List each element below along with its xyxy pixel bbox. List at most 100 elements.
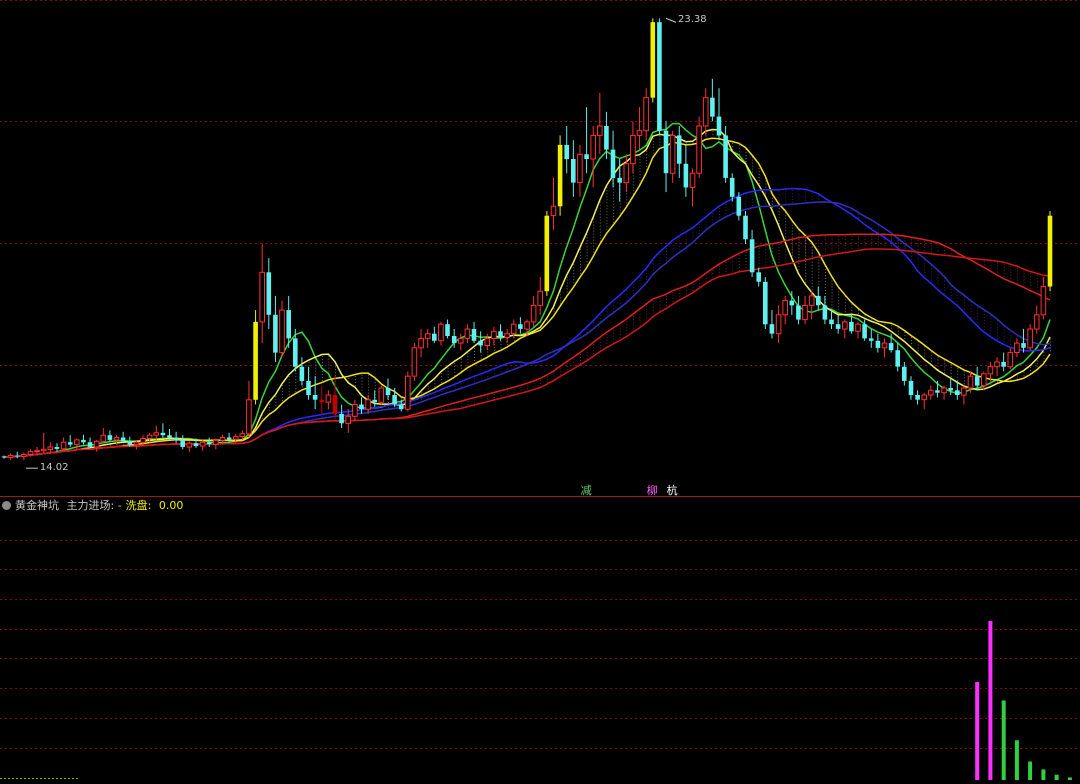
- candle-body: [173, 437, 179, 440]
- candle-body: [40, 448, 47, 452]
- candle-body: [432, 333, 437, 341]
- candle-body: [868, 338, 874, 341]
- candle-body: [530, 304, 537, 323]
- moving-average-line: [3, 137, 1051, 459]
- candle-body: [160, 432, 166, 436]
- candle-body: [1, 456, 7, 458]
- candle-body: [339, 413, 344, 424]
- candle-body: [987, 366, 994, 375]
- ma-band-fill: [288, 190, 1051, 425]
- candle-body: [418, 337, 424, 349]
- candle-body: [716, 116, 722, 136]
- candle-body: [749, 239, 755, 273]
- candle-body: [729, 177, 735, 197]
- candle-body: [299, 366, 305, 381]
- candle-body: [385, 388, 391, 396]
- candle-body: [405, 375, 411, 410]
- candle-body: [808, 295, 815, 306]
- candle-body: [617, 177, 622, 183]
- indicator-bar: [1028, 761, 1033, 780]
- candle-body: [908, 380, 914, 396]
- candle-body: [21, 454, 27, 457]
- candle-body: [796, 305, 801, 320]
- candle-body: [378, 387, 385, 403]
- candle-body: [756, 272, 761, 282]
- candle-body: [47, 446, 54, 450]
- candle-body: [365, 399, 371, 410]
- indicator-bar: [1001, 700, 1006, 780]
- candle-body: [359, 404, 364, 410]
- candle-body: [590, 134, 597, 160]
- candle-body: [239, 433, 246, 438]
- candle-body: [895, 350, 900, 367]
- candle-body: [140, 438, 146, 443]
- candle-body: [881, 342, 888, 349]
- candle-body: [696, 125, 702, 174]
- candle-body: [855, 323, 861, 332]
- indicator-bar: [1014, 740, 1019, 781]
- candle-body: [557, 144, 563, 207]
- candle-body: [875, 340, 881, 348]
- candle-body: [948, 388, 953, 391]
- candle-body: [7, 455, 14, 458]
- candle-body: [445, 324, 450, 336]
- indicator-wash-value: 0.00: [158, 499, 184, 512]
- candle-body: [610, 149, 616, 178]
- candle-body: [146, 434, 153, 440]
- candle-body: [902, 366, 907, 381]
- candle-body: [1007, 352, 1014, 368]
- indicator-settings-icon[interactable]: [2, 501, 11, 510]
- moving-average-line: [3, 248, 1051, 459]
- candle-body: [306, 380, 311, 396]
- candle-body: [888, 343, 894, 351]
- candle-body: [935, 390, 940, 393]
- candle-body: [822, 305, 828, 320]
- candle-body: [604, 126, 609, 150]
- candle-body: [312, 395, 318, 400]
- candle-body: [199, 441, 206, 447]
- candle-body: [816, 295, 821, 306]
- candle-body: [345, 415, 351, 424]
- candle-body: [438, 323, 444, 342]
- candle-body: [424, 333, 431, 339]
- candle-body: [498, 331, 503, 338]
- candle-body: [93, 440, 100, 448]
- high-price-label: 23.38: [678, 14, 707, 26]
- candle-body: [81, 439, 86, 443]
- candle-body: [180, 439, 185, 447]
- candle-body: [153, 432, 159, 436]
- candle-body: [683, 163, 689, 188]
- candle-body: [87, 442, 93, 447]
- candle-body: [1001, 362, 1006, 367]
- candle-body: [253, 321, 258, 400]
- candle-body: [921, 394, 928, 401]
- candle-body: [955, 390, 960, 395]
- candle-body: [319, 399, 325, 403]
- candle-body: [537, 290, 544, 306]
- candle-body: [564, 144, 569, 160]
- candle-body: [14, 455, 20, 457]
- candle-body: [676, 135, 682, 164]
- candle-body: [967, 375, 974, 389]
- candle-body: [458, 337, 464, 344]
- candle-body: [981, 373, 987, 387]
- candle-body: [74, 439, 80, 446]
- candle-body: [1033, 314, 1040, 330]
- candle-body: [723, 135, 728, 178]
- candle-body: [286, 310, 291, 339]
- signal-marker: 杭: [666, 484, 678, 497]
- candle-body: [67, 442, 73, 445]
- candle-body: [332, 395, 338, 414]
- candle-body: [120, 437, 126, 442]
- candle-body: [60, 441, 67, 450]
- candle-body: [504, 333, 510, 339]
- candle-body: [941, 387, 947, 394]
- candle-body: [775, 314, 782, 335]
- candle-body: [842, 321, 848, 330]
- candle-body: [550, 205, 557, 217]
- stock-chart-window: { "chart_data": [ { "type": "candlestick…: [0, 0, 1080, 784]
- candle-body: [213, 439, 219, 445]
- indicator-name: 黄金神坑: [15, 499, 59, 512]
- candle-body: [862, 324, 867, 339]
- candle-body: [325, 394, 332, 403]
